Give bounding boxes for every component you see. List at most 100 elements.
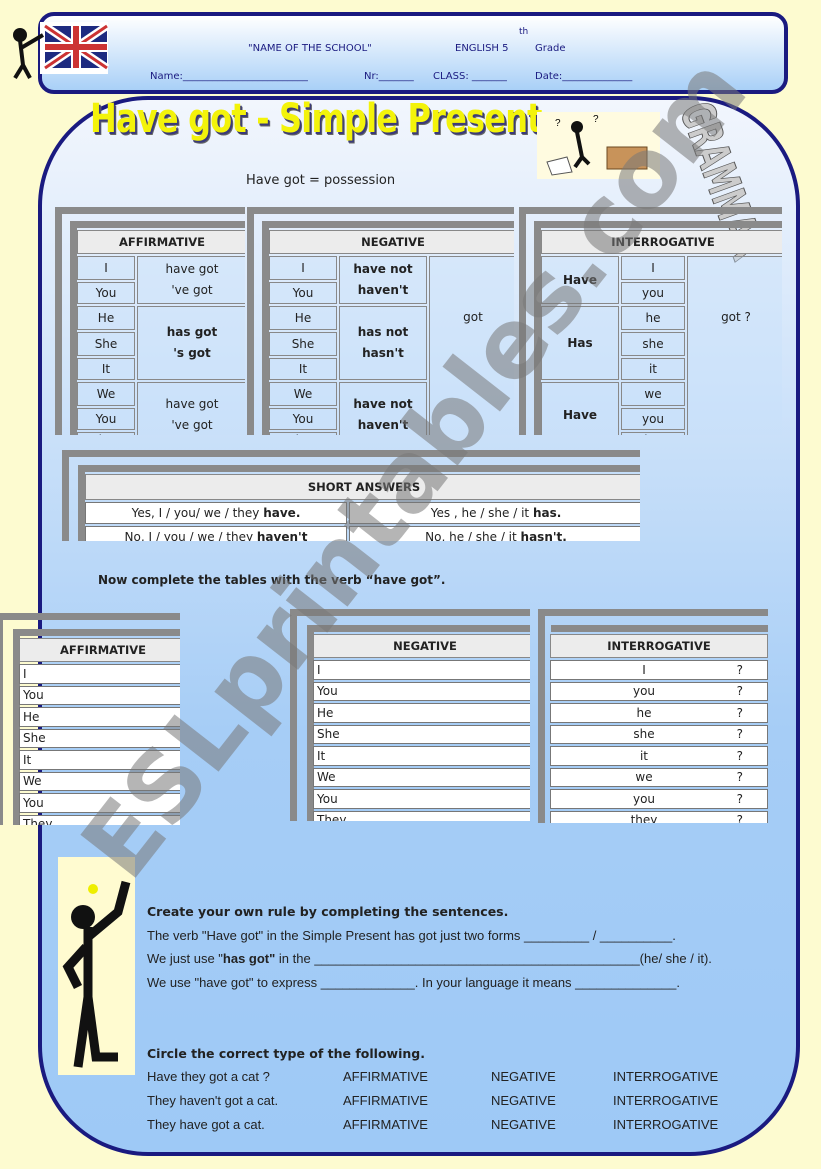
answer-verb: haven't [256,530,308,541]
table-header: SHORT ANSWERS [85,474,640,500]
answer-row[interactable]: he? [550,703,768,723]
short-answer-cell: No, he / she / it hasn't. [349,526,640,541]
answer-row[interactable]: They [19,814,180,825]
auxiliary-cell: Have [541,382,619,435]
question-mark: ? [736,684,743,699]
svg-text:?: ? [555,118,561,129]
thinking-figure-image: ?? [537,112,660,179]
short-answer-cell: No, I / you / we / they haven't [85,526,347,541]
interrogative-table: INTERROGATIVE Have Igot ? you Has he she it Have… [519,207,782,435]
name-field[interactable]: Name:_________________________ [150,71,308,82]
grade-sup: th [519,27,529,37]
option-interrogative[interactable]: INTERROGATIVE [613,1093,718,1108]
rule-blank[interactable]: in the _________________________________… [275,951,712,966]
question-mark: ? [736,662,743,677]
answer-row[interactable]: you? [550,681,768,701]
contraction: hasn't [362,346,404,360]
pronoun-cell: they [621,432,685,435]
exercise-table: NEGATIVE I You He She It We You They [290,609,530,821]
svg-text:?: ? [593,114,599,125]
pronoun: she [633,727,655,742]
option-affirmative[interactable]: AFFIRMATIVE [343,1093,428,1108]
answer-row[interactable]: You [313,789,530,809]
answer-row[interactable]: You [313,681,530,701]
option-interrogative[interactable]: INTERROGATIVE [613,1117,718,1132]
pronoun-cell: She [269,332,337,356]
contraction: haven't [357,418,409,432]
rule-line-3[interactable]: We use "have got" to express ___________… [147,975,680,990]
answer-row[interactable]: it? [550,746,768,766]
rule-heading: Create your own rule by completing the s… [147,904,509,919]
circle-sentence: They haven't got a cat. [147,1093,279,1108]
answer-row[interactable]: It [313,746,530,766]
pronoun-cell: He [77,306,135,330]
answer-row[interactable]: You [19,793,180,813]
answer-text: No, I / you / we / they [124,530,257,541]
answer-row[interactable]: They [313,810,530,821]
pronoun-cell: You [77,282,135,304]
exercise-table: AFFIRMATIVE I You He She It We You They [0,613,180,825]
pronoun-cell: It [77,358,135,380]
answer-row[interactable]: I [313,660,530,680]
page-title: Have got - Simple Present [90,96,542,142]
answer-row[interactable]: I [19,664,180,684]
class-field[interactable]: CLASS: _______ [433,71,507,82]
circle-sentence: Have they got a cat ? [147,1069,270,1084]
form-cell: has not hasn't [339,306,427,380]
answer-row[interactable]: You [19,685,180,705]
option-negative[interactable]: NEGATIVE [491,1093,556,1108]
question-mark: ? [736,813,743,823]
verb-cell: got [429,256,514,435]
form-cell: have not haven't [339,382,427,435]
pronoun-cell: it [621,358,685,380]
form: has not [357,325,409,339]
date-field[interactable]: Date:______________ [535,71,632,82]
nr-field[interactable]: Nr:_______ [364,71,414,82]
verb-cell: got ? [687,256,782,435]
flag-figure-image [5,20,110,80]
answer-row[interactable]: you? [550,789,768,809]
pronoun-cell: I [621,256,685,280]
contraction: 's got [173,346,211,360]
table-header: AFFIRMATIVE [77,230,245,254]
answer-row[interactable]: We [313,767,530,787]
answer-text: Yes, I / you/ we / they [131,506,264,520]
answer-row[interactable]: We [19,771,180,791]
question-mark: ? [736,791,743,806]
option-affirmative[interactable]: AFFIRMATIVE [343,1069,428,1084]
answer-row[interactable]: It [19,750,180,770]
answer-row[interactable]: they? [550,810,768,823]
rule-text: We just use " [147,951,223,966]
option-negative[interactable]: NEGATIVE [491,1117,556,1132]
subtitle: Have got = possession [246,173,396,188]
form: have not [353,262,413,276]
form: have not [353,397,413,411]
pronoun-cell: We [77,382,135,406]
answer-row[interactable]: She [313,724,530,744]
pronoun: you [632,791,656,806]
answer-row[interactable]: we? [550,767,768,787]
short-answer-cell: Yes, I / you/ we / they have. [85,502,347,524]
form-cell: have not haven't [339,256,427,304]
answer-row[interactable]: she? [550,724,768,744]
short-answers-table: SHORT ANSWERS Yes, I / you/ we / they hav… [62,450,640,541]
rule-bold: has got" [222,951,276,966]
option-affirmative[interactable]: AFFIRMATIVE [343,1117,428,1132]
answer-row[interactable]: He [313,703,530,723]
option-negative[interactable]: NEGATIVE [491,1069,556,1084]
option-interrogative[interactable]: INTERROGATIVE [613,1069,718,1084]
answer-row[interactable]: She [19,728,180,748]
answer-row[interactable]: I? [550,660,768,680]
circle-sentence: They have got a cat. [147,1117,265,1132]
question-mark: ? [736,770,743,785]
question-mark: ? [736,727,743,742]
pronoun-cell: you [621,282,685,304]
rule-line-1[interactable]: The verb "Have got" in the Simple Presen… [147,928,676,943]
answer-row[interactable]: He [19,707,180,727]
pronoun: you [632,684,656,699]
rule-line-2[interactable]: We just use "has got" in the ___________… [147,951,712,966]
contraction: haven't [357,283,409,297]
contraction: 've got [171,283,213,297]
table-header: NEGATIVE [269,230,514,254]
form: has got [166,325,218,339]
